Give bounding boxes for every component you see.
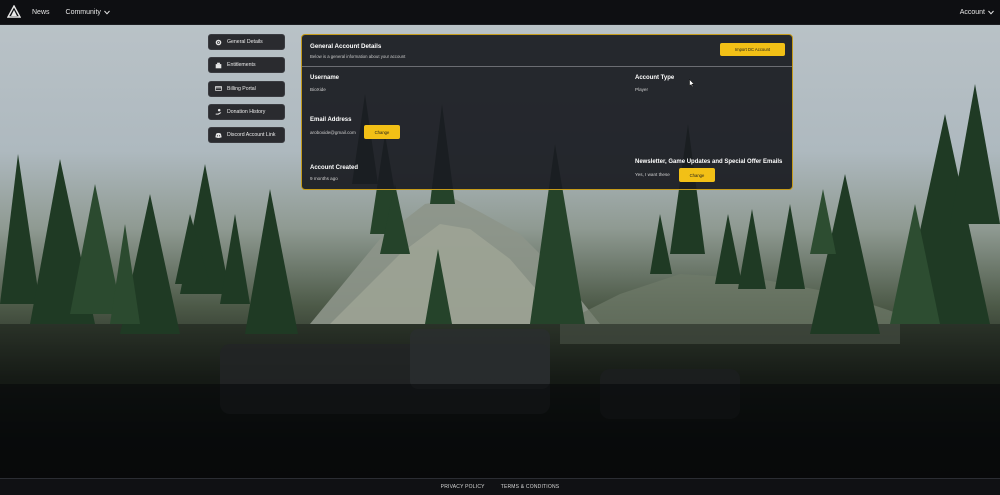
panel-subtitle: Below is a general information about you… bbox=[310, 54, 406, 59]
import-account-button[interactable]: Import DC Account bbox=[720, 43, 785, 56]
logo-icon[interactable] bbox=[6, 4, 22, 20]
privacy-policy-link[interactable]: PRIVACY POLICY bbox=[441, 484, 485, 490]
change-email-button[interactable]: Change bbox=[364, 125, 400, 139]
discord-icon bbox=[215, 132, 222, 139]
gear-icon bbox=[215, 39, 222, 46]
nav-news-label: News bbox=[32, 8, 50, 16]
panel-title: General Account Details bbox=[310, 43, 382, 50]
chevron-down-icon bbox=[988, 10, 994, 15]
account-label: Account bbox=[959, 8, 985, 16]
credit-card-icon bbox=[215, 85, 222, 92]
sidebar-item-label: Entitlements bbox=[227, 62, 256, 69]
sidebar-item-label: Billing Portal bbox=[227, 85, 256, 92]
account-created-value: 9 months ago bbox=[310, 176, 338, 181]
sidebar-item-entitlements[interactable]: Entitlements bbox=[208, 57, 285, 74]
account-created-label: Account Created bbox=[310, 165, 359, 171]
hand-icon bbox=[215, 108, 222, 116]
nav-community-label: Community bbox=[65, 8, 101, 16]
mouse-cursor-icon bbox=[689, 79, 695, 87]
sidebar-item-billing-portal[interactable]: Billing Portal bbox=[208, 80, 285, 97]
terms-conditions-link[interactable]: TERMS & CONDITIONS bbox=[501, 484, 560, 490]
newsletter-value: Yes, I want these bbox=[635, 172, 670, 177]
account-details-panel: General Account Details Below is a gener… bbox=[301, 34, 793, 190]
email-value: aroboxide@gmail.com bbox=[310, 130, 356, 135]
sidebar-item-general-details[interactable]: General Details bbox=[208, 34, 285, 50]
account-dropdown[interactable]: Account bbox=[960, 0, 994, 24]
sidebar-item-label: General Details bbox=[227, 39, 263, 45]
box-icon bbox=[215, 62, 222, 69]
account-type-value: Player bbox=[635, 87, 649, 92]
account-type-label: Account Type bbox=[635, 75, 675, 81]
sidebar-item-label: Donation History bbox=[227, 108, 266, 115]
nav-community-dropdown[interactable]: Community bbox=[66, 9, 110, 16]
top-navbar: News Community Account bbox=[0, 0, 1000, 25]
chevron-down-icon bbox=[104, 10, 110, 15]
sidebar-item-label: Discord Account Link bbox=[227, 132, 276, 139]
nav-news-link[interactable]: News bbox=[32, 9, 50, 16]
change-newsletter-button[interactable]: Change bbox=[679, 168, 715, 182]
account-sidebar: General Details Entitlements Billing Por… bbox=[208, 34, 285, 150]
page-footer: PRIVACY POLICY TERMS & CONDITIONS bbox=[0, 478, 1000, 495]
sidebar-item-donation-history[interactable]: Donation History bbox=[208, 103, 285, 120]
email-label: Email Address bbox=[310, 117, 352, 123]
username-label: Username bbox=[310, 75, 340, 81]
newsletter-label: Newsletter, Game Updates and Special Off… bbox=[635, 159, 783, 165]
panel-header: General Account Details Below is a gener… bbox=[302, 35, 792, 67]
username-value: BioXide bbox=[310, 87, 326, 92]
sidebar-item-discord-account-link[interactable]: Discord Account Link bbox=[208, 127, 285, 144]
